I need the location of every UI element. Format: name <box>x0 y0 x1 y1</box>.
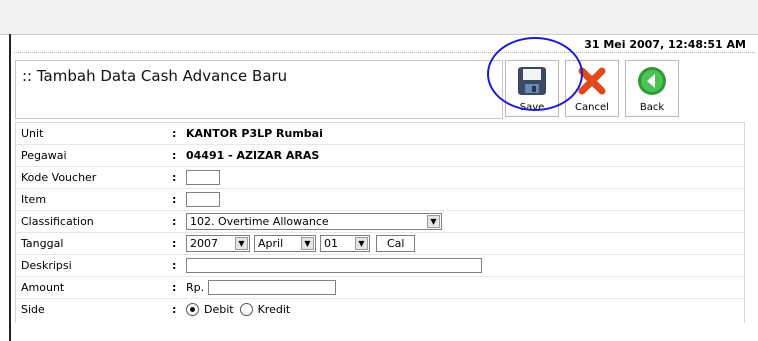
form-row-tanggal: Tanggal : 2007 ▼ April ▼ 01 ▼ Cal <box>16 233 744 255</box>
classification-selected: 102. Overtime Allowance <box>190 215 329 228</box>
form-row-pegawai: Pegawai : 04491 - AZIZAR ARAS <box>16 145 744 167</box>
chevron-down-icon[interactable]: ▼ <box>301 237 314 250</box>
chevron-down-icon[interactable]: ▼ <box>355 237 368 250</box>
classification-select[interactable]: 102. Overtime Allowance ▼ <box>186 213 442 230</box>
amount-label: Amount <box>21 281 65 294</box>
chevron-down-icon[interactable]: ▼ <box>235 237 248 250</box>
classification-label: Classification <box>21 215 94 228</box>
back-label: Back <box>639 102 665 113</box>
tanggal-label: Tanggal <box>21 237 64 250</box>
form-row-amount: Amount : Rp. <box>16 277 744 299</box>
day-selected: 01 <box>324 237 338 250</box>
save-highlight-ellipse <box>487 37 583 111</box>
form-row-classification: Classification : 102. Overtime Allowance… <box>16 211 744 233</box>
pegawai-label: Pegawai <box>21 149 67 162</box>
kode-voucher-label: Kode Voucher <box>21 171 97 184</box>
form-row-kode-voucher: Kode Voucher : <box>16 167 744 189</box>
debit-label: Debit <box>204 303 234 316</box>
back-button[interactable]: Back <box>625 60 679 117</box>
amount-prefix: Rp. <box>186 281 205 294</box>
form-row-side: Side : Debit Kredit <box>21 303 291 316</box>
left-frame-border <box>9 34 11 341</box>
deskripsi-label: Deskripsi <box>21 259 72 272</box>
timestamp: 31 Mei 2007, 12:48:51 AM <box>584 38 746 51</box>
unit-value: KANTOR P3LP Rumbai <box>186 127 323 140</box>
item-label: Item <box>21 193 47 206</box>
form-row-item: Item : <box>16 189 744 211</box>
pegawai-value: 04491 - AZIZAR ARAS <box>186 149 320 162</box>
cancel-label: Cancel <box>575 102 609 113</box>
day-select[interactable]: 01 ▼ <box>320 235 370 252</box>
green-back-arrow-icon <box>638 67 666 95</box>
page-title: :: Tambah Data Cash Advance Baru <box>22 67 288 85</box>
form-row-unit: Unit : KANTOR P3LP Rumbai <box>16 123 744 145</box>
year-select[interactable]: 2007 ▼ <box>186 235 250 252</box>
month-selected: April <box>258 237 284 250</box>
kode-voucher-input[interactable] <box>186 170 220 185</box>
cal-button[interactable]: Cal <box>376 235 416 252</box>
divider <box>14 52 755 53</box>
page-title-box: :: Tambah Data Cash Advance Baru <box>15 60 503 119</box>
month-select[interactable]: April ▼ <box>254 235 316 252</box>
side-label: Side <box>21 303 45 316</box>
debit-radio[interactable] <box>186 303 199 316</box>
kredit-label: Kredit <box>257 303 291 316</box>
browser-top-bar <box>0 0 758 35</box>
deskripsi-input[interactable] <box>186 258 482 273</box>
chevron-down-icon[interactable]: ▼ <box>427 215 440 228</box>
year-selected: 2007 <box>190 237 218 250</box>
amount-input[interactable] <box>208 280 337 295</box>
unit-label: Unit <box>21 127 44 140</box>
item-input[interactable] <box>186 192 220 207</box>
form-row-deskripsi: Deskripsi : <box>16 255 744 277</box>
kredit-radio[interactable] <box>239 303 253 316</box>
cash-advance-form: Unit : KANTOR P3LP Rumbai Pegawai : 0449… <box>15 122 745 323</box>
